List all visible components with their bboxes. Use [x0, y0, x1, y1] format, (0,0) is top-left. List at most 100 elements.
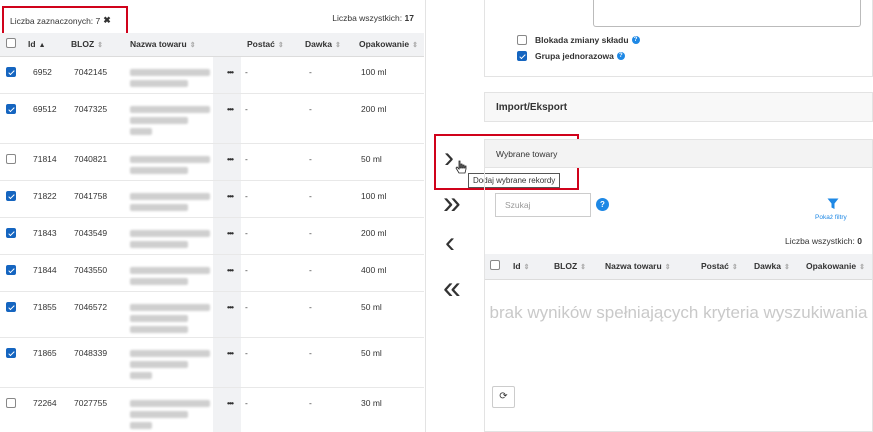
table-row[interactable]: 71844 7043550 ••• - -400 ml	[0, 254, 424, 292]
sort-icon: ⇕	[859, 264, 865, 272]
cell-opakowanie: 100 ml	[353, 180, 424, 218]
add-selected-button[interactable]: ›	[444, 143, 454, 173]
blurred-product-name	[130, 303, 210, 311]
sort-icon: ⇕	[523, 264, 530, 272]
blurred-product-name	[130, 192, 210, 200]
remove-selected-button[interactable]: ‹	[445, 228, 455, 258]
column-opakowanie[interactable]: Opakowanie ⇕	[353, 33, 424, 57]
blurred-product-name	[130, 360, 188, 368]
blurred-product-name	[130, 277, 188, 285]
column-bloz[interactable]: BLOZ ⇕	[548, 254, 599, 280]
row-actions-button[interactable]: •••	[213, 180, 241, 218]
cell-nazwa	[124, 217, 213, 255]
cell-nazwa	[124, 337, 213, 388]
blurred-product-name	[130, 349, 210, 357]
clear-selection-icon[interactable]: ✖	[103, 15, 111, 26]
cell-dawka: -	[299, 143, 353, 181]
help-icon[interactable]: ?	[616, 52, 625, 60]
cell-opakowanie: 200 ml	[353, 217, 424, 255]
help-icon[interactable]: ?	[631, 36, 640, 44]
column-opakowanie[interactable]: Opakowanie ⇕	[800, 254, 872, 280]
table-header-row: Id ▲ BLOZ ⇕ Nazwa towaru ⇕ Postać ⇕ Dawka ⇕ O…	[0, 33, 424, 57]
row-checkbox[interactable]	[0, 254, 22, 292]
blurred-product-name	[130, 68, 210, 76]
cell-bloz: 7046572	[65, 291, 124, 338]
row-checkbox[interactable]	[0, 291, 22, 338]
row-checkbox[interactable]	[0, 337, 22, 388]
table-header-row: Id ⇕ BLOZ ⇕ Nazwa towaru ⇕ Postać ⇕ Dawka ⇕ O…	[485, 254, 872, 280]
table-row[interactable]: 69512 7047325 ••• - -200 ml	[0, 93, 424, 144]
blurred-product-name	[130, 79, 188, 87]
column-dawka[interactable]: Dawka ⇕	[748, 254, 800, 280]
column-postac[interactable]: Postać ⇕	[241, 33, 299, 57]
add-all-button[interactable]: »	[443, 186, 461, 218]
selected-panel: Blokada zmiany składu ? Grupa jednorazow…	[484, 0, 873, 432]
option-grupa[interactable]: Grupa jednorazowa ?	[517, 51, 625, 61]
show-filters-link[interactable]: Pokaż filtry	[815, 214, 847, 221]
cell-id: 69512	[22, 93, 65, 144]
column-dawka[interactable]: Dawka ⇕	[299, 33, 353, 57]
blurred-product-name	[130, 325, 188, 333]
grupa-checkbox[interactable]	[517, 51, 527, 61]
cell-id: 71843	[22, 217, 65, 255]
table-row[interactable]: 6952 7042145 ••• - -100 ml	[0, 56, 424, 94]
cell-opakowanie: 30 ml	[353, 387, 424, 432]
row-checkbox[interactable]	[0, 180, 22, 218]
row-checkbox[interactable]	[0, 93, 22, 144]
column-id[interactable]: Id ▲	[22, 33, 65, 57]
table-row[interactable]: 71855 7046572 ••• - -50 ml	[0, 291, 424, 338]
sort-icon: ⇕	[97, 42, 104, 50]
column-nazwa[interactable]: Nazwa towaru ⇕	[124, 33, 213, 57]
cell-postac: -	[241, 143, 299, 181]
row-actions-button[interactable]: •••	[213, 254, 241, 292]
blokada-checkbox[interactable]	[517, 35, 527, 45]
selected-products-title: Wybrane towary	[485, 140, 872, 168]
selected-count: Liczba zaznaczonych: 7 ✖	[2, 6, 128, 35]
column-nazwa[interactable]: Nazwa towaru ⇕	[599, 254, 695, 280]
table-row[interactable]: 71814 7040821 ••• - -50 ml	[0, 143, 424, 181]
column-id[interactable]: Id ⇕	[507, 254, 548, 280]
row-actions-button[interactable]: •••	[213, 291, 241, 338]
blurred-product-name	[130, 166, 188, 174]
import-export-section[interactable]: Import/Eksport	[484, 92, 873, 122]
cell-postac: -	[241, 93, 299, 144]
description-textarea[interactable]	[593, 0, 861, 27]
sort-icon: ⇕	[334, 42, 341, 50]
cell-dawka: -	[299, 93, 353, 144]
select-all-checkbox[interactable]	[485, 254, 507, 280]
table-row[interactable]: 71865 7048339 ••• - -50 ml	[0, 337, 424, 388]
table-row[interactable]: 72264 7027755 ••• - -30 ml	[0, 387, 424, 432]
total-count: Liczba wszystkich: 17	[332, 13, 414, 23]
row-checkbox[interactable]	[0, 56, 22, 94]
search-input[interactable]: Szukaj	[495, 193, 591, 217]
cell-postac: -	[241, 180, 299, 218]
cell-bloz: 7042145	[65, 56, 124, 94]
table-row[interactable]: 71843 7043549 ••• - -200 ml	[0, 217, 424, 255]
row-actions-button[interactable]: •••	[213, 56, 241, 94]
table-row[interactable]: 71822 7041758 ••• - -100 ml	[0, 180, 424, 218]
column-postac[interactable]: Postać ⇕	[695, 254, 748, 280]
cell-id: 71855	[22, 291, 65, 338]
select-all-checkbox[interactable]	[0, 33, 22, 57]
column-bloz[interactable]: BLOZ ⇕	[65, 33, 124, 57]
row-checkbox[interactable]	[0, 387, 22, 432]
total-count-label: Liczba wszystkich:	[332, 13, 403, 23]
row-checkbox[interactable]	[0, 143, 22, 181]
cell-opakowanie: 100 ml	[353, 56, 424, 94]
row-actions-button[interactable]: •••	[213, 337, 241, 388]
refresh-button[interactable]: ⟳	[492, 386, 515, 408]
option-blokada[interactable]: Blokada zmiany składu ?	[517, 35, 640, 45]
products-panel: Liczba zaznaczonych: 7 ✖ Liczba wszystki…	[0, 0, 426, 432]
cell-bloz: 7043549	[65, 217, 124, 255]
remove-all-button[interactable]: «	[443, 271, 461, 303]
counts-bar: Liczba zaznaczonych: 7 ✖ Liczba wszystki…	[0, 4, 426, 35]
row-checkbox[interactable]	[0, 217, 22, 255]
row-actions-button[interactable]: •••	[213, 93, 241, 144]
blurred-product-name	[130, 314, 188, 322]
filter-icon[interactable]	[827, 198, 839, 210]
row-actions-button[interactable]: •••	[213, 143, 241, 181]
row-actions-button[interactable]: •••	[213, 217, 241, 255]
cell-opakowanie: 50 ml	[353, 291, 424, 338]
row-actions-button[interactable]: •••	[213, 387, 241, 432]
search-help-icon[interactable]: ?	[596, 198, 609, 211]
